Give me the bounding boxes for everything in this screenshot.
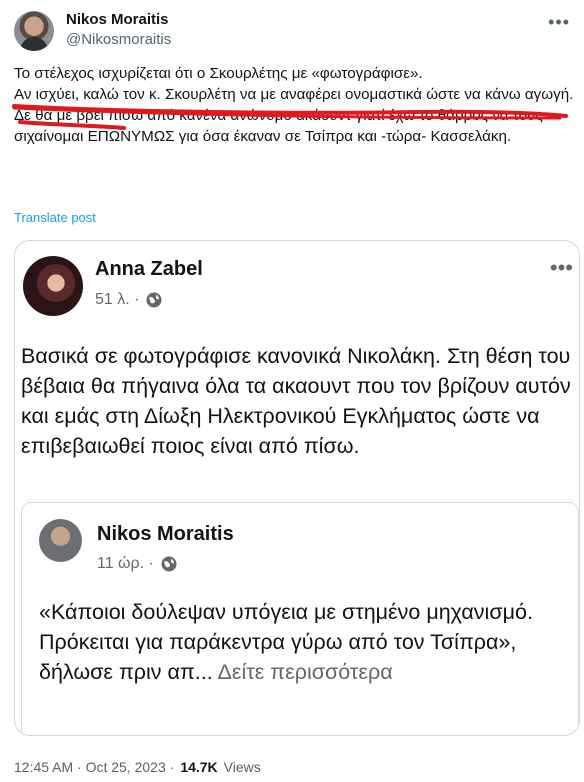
tweet-line-2: Αν ισχύει, καλώ τον κ. Σκουρλέτη να με α…: [14, 86, 574, 103]
more-dots-icon[interactable]: •••: [548, 12, 570, 33]
globe-icon: [161, 556, 177, 572]
embedded-author-name: Anna Zabel: [95, 258, 203, 280]
embedded-post-time: 51 λ. ·: [95, 291, 140, 308]
see-more-link: Δείτε περισσότερα: [217, 660, 393, 684]
embedded-post-meta: 51 λ. ·: [95, 291, 163, 309]
shared-author-name: Nikos Moraitis: [97, 523, 234, 545]
views-label: Views: [223, 759, 261, 775]
globe-icon: [146, 292, 162, 308]
tweet-line-1: Το στέλεχος ισχυρίζεται ότι ο Σκουρλέτης…: [14, 65, 423, 82]
tweet-timestamp[interactable]: 12:45 AM · Oct 25, 2023 ·: [14, 759, 174, 775]
shared-post-text: «Κάποιοι δούλεψαν υπόγεια με στημένο μηχ…: [39, 600, 533, 684]
anna-zabel-avatar: [23, 256, 83, 316]
embedded-image-card[interactable]: Anna Zabel 51 λ. · ••• Βασικά σε φωτογρά…: [14, 240, 580, 736]
shared-author-avatar: [39, 519, 82, 562]
shared-post-card: Nikos Moraitis 11 ώρ. · «Κάποιοι δούλεψα…: [21, 502, 579, 735]
author-avatar[interactable]: [14, 11, 54, 51]
author-display-name[interactable]: Nikos Moraitis: [66, 11, 169, 28]
shared-post-time: 11 ώρ. ·: [97, 555, 154, 572]
translate-post-link[interactable]: Translate post: [14, 210, 96, 225]
tweet-text: Το στέλεχος ισχυρίζεται ότι ο Σκουρλέτης…: [14, 63, 580, 147]
embedded-post-text: Βασικά σε φωτογράφισε κανονικά Νικολάκη.…: [21, 344, 571, 458]
tweet-paragraph-2: Δε θα με βρει πίσω από κανένα ανώνυμο ακ…: [14, 107, 543, 145]
author-handle[interactable]: @Nikosmoraitis: [66, 31, 171, 48]
tweet-footer: 12:45 AM · Oct 25, 2023 · 14.7K Views: [14, 759, 261, 775]
shared-post-meta: 11 ώρ. ·: [97, 555, 178, 573]
views-count: 14.7K: [180, 759, 218, 775]
embedded-more-dots-icon: •••: [549, 255, 573, 280]
